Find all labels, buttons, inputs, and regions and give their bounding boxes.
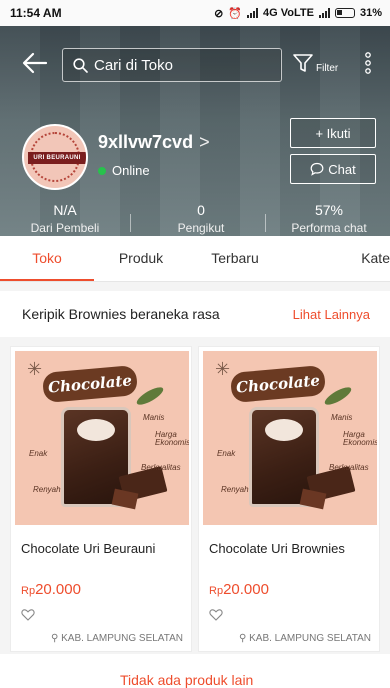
tab-terbaru[interactable]: Terbaru (188, 236, 282, 281)
currency: Rp (209, 585, 224, 597)
more-vertical-icon[interactable] (364, 52, 372, 74)
product-image: ✳ Chocolate Manis Harga Ekonomis Enak Be… (203, 351, 377, 525)
stat-value: N/A (53, 202, 77, 218)
avatar-logo-text: URI BEURAUNI (28, 152, 86, 164)
location-pin-icon: ⚲ (51, 633, 59, 644)
follow-label: + Ikuti (315, 125, 351, 141)
product-name: Chocolate Uri Brownies (209, 541, 345, 556)
image-tag: Harga Ekonomis (155, 430, 189, 447)
price-value: 20.000 (35, 581, 81, 598)
chat-bubble-icon (310, 162, 324, 176)
product-card[interactable]: ✳ Chocolate Manis Harga Ekonomis Enak Be… (10, 346, 192, 652)
status-time: 11:54 AM (10, 6, 62, 20)
heart-icon[interactable] (21, 609, 35, 621)
product-price: Rp20.000 (209, 581, 269, 598)
filter-label: Filter (316, 63, 339, 74)
product-name: Chocolate Uri Beurauni (21, 541, 156, 556)
stat-label: Dari Pembeli (30, 221, 100, 235)
location-text: KAB. LAMPUNG SELATAN (249, 633, 371, 644)
online-dot-icon (98, 166, 106, 175)
package-label (77, 419, 115, 441)
follow-button[interactable]: + Ikuti (290, 118, 376, 148)
alarm-icon: ⏰ (228, 7, 243, 20)
back-arrow-icon[interactable] (22, 52, 48, 74)
product-price: Rp20.000 (21, 581, 81, 598)
location-pin-icon: ⚲ (239, 633, 247, 644)
product-location: ⚲ KAB. LAMPUNG SELATAN (11, 633, 193, 644)
image-tag: Berkualitas (141, 463, 181, 472)
image-tag: Berkualitas (329, 463, 369, 472)
signal-icon-2 (318, 8, 330, 18)
section-title: Keripik Brownies beraneka rasa (22, 306, 220, 322)
image-tag: Enak (29, 449, 48, 458)
signal-icon (247, 8, 259, 18)
location-text: KAB. LAMPUNG SELATAN (61, 633, 183, 644)
product-card[interactable]: ✳ Chocolate Manis Harga Ekonomis Enak Be… (198, 346, 380, 652)
tab-produk[interactable]: Produk (94, 236, 188, 281)
heart-icon[interactable] (209, 609, 223, 621)
stat-chat-performance: 57% Performa chat (264, 202, 390, 235)
sparkle-icon: ✳ (27, 359, 43, 379)
status-bar: 11:54 AM ⊘ ⏰ 4G VoLTE 31% (0, 0, 390, 26)
stat-label: Pengikut (177, 221, 225, 235)
image-tag: Enak (217, 449, 236, 458)
chat-label: Chat (328, 161, 356, 177)
stat-followers: 0 Pengikut (136, 202, 266, 235)
shop-name-link[interactable]: 9xllvw7cvd > (98, 132, 210, 153)
section-header: Keripik Brownies beraneka rasa Lihat Lai… (0, 291, 390, 337)
product-location: ⚲ KAB. LAMPUNG SELATAN (199, 633, 381, 644)
image-tag: Manis (143, 413, 165, 422)
image-tag: Renyah (221, 485, 249, 494)
search-input[interactable]: Cari di Toko (62, 48, 282, 82)
chevron-right-icon: > (199, 132, 210, 152)
stat-value: 57% (314, 202, 344, 218)
chat-button[interactable]: Chat (290, 154, 376, 184)
tab-kategori[interactable]: Kate (282, 236, 390, 281)
network-label: 4G VoLTE (263, 7, 314, 19)
shop-tabs: Toko Produk Terbaru Kate (0, 236, 390, 282)
stat-divider (130, 214, 131, 232)
no-more-products-text: Tidak ada produk lain (120, 672, 254, 688)
stat-value: 0 (197, 202, 205, 218)
mute-icon: ⊘ (214, 7, 224, 20)
sparkle-icon: ✳ (215, 359, 231, 379)
search-icon (73, 57, 88, 73)
online-label: Online (112, 163, 150, 178)
image-tag: Renyah (33, 485, 61, 494)
battery-level: 31% (359, 7, 382, 19)
see-more-link[interactable]: Lihat Lainnya (293, 307, 370, 322)
image-tag: Harga Ekonomis (343, 430, 377, 447)
shop-name: 9xllvw7cvd (98, 132, 194, 152)
currency: Rp (21, 585, 36, 597)
image-tag: Manis (331, 413, 353, 422)
shop-header: Cari di Toko Filter URI BEURAUNI 9xllvw7… (0, 26, 390, 236)
leaf-decoration (322, 384, 354, 408)
package-label (265, 419, 303, 441)
product-image-title: Chocolate (229, 364, 327, 404)
online-status: Online (98, 163, 150, 178)
battery-icon (334, 8, 355, 18)
shop-avatar[interactable]: URI BEURAUNI (22, 124, 88, 190)
filter-button[interactable]: Filter (292, 52, 338, 74)
stat-rating: N/A Dari Pembeli (0, 202, 130, 235)
tab-toko[interactable]: Toko (0, 236, 94, 281)
product-image: ✳ Chocolate Manis Harga Ekonomis Enak Be… (15, 351, 189, 525)
product-image-title: Chocolate (41, 364, 139, 404)
filter-icon (293, 54, 313, 72)
leaf-decoration (134, 384, 166, 408)
status-icons: ⊘ ⏰ 4G VoLTE 31% (214, 7, 382, 20)
price-value: 20.000 (223, 581, 269, 598)
stat-label: Performa chat (291, 221, 367, 235)
search-placeholder: Cari di Toko (94, 56, 173, 74)
